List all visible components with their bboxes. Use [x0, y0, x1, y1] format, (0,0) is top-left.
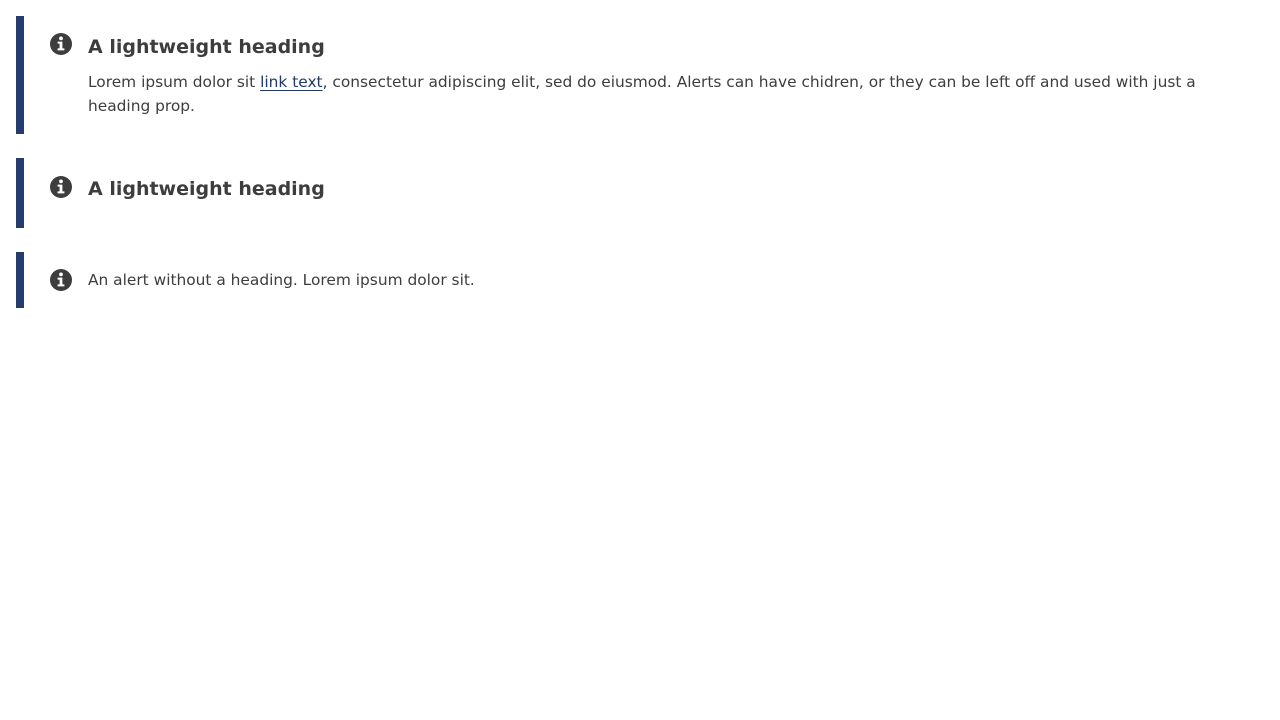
info-circle-icon: [49, 268, 73, 292]
inline-link[interactable]: link text: [260, 73, 323, 91]
alert-body-text: Lorem ipsum dolor sit: [88, 73, 261, 91]
info-circle-icon: [49, 32, 73, 56]
alert-heading: A lightweight heading: [88, 36, 325, 58]
alert-heading: A lightweight heading: [88, 178, 325, 200]
info-circle-icon: [49, 175, 73, 199]
alert-body: Lorem ipsum dolor sit link text, consect…: [88, 70, 1240, 118]
alert-info-no-heading: An alert without a heading. Lorem ipsum …: [16, 252, 1264, 308]
alert-info-with-body: A lightweight heading Lorem ipsum dolor …: [16, 16, 1264, 134]
alert-body: An alert without a heading. Lorem ipsum …: [88, 271, 475, 289]
alert-info-heading-only: A lightweight heading: [16, 158, 1264, 228]
